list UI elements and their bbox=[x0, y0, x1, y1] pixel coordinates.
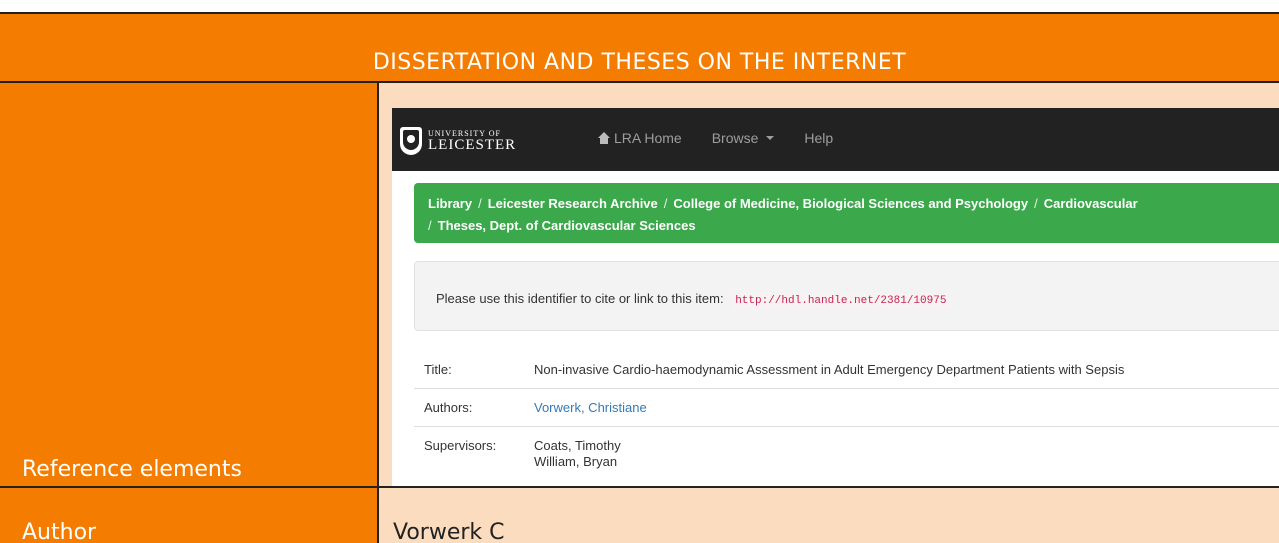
metadata-table: Title: Non-invasive Cardio-haemodynamic … bbox=[414, 351, 1279, 469]
title-value: Non-invasive Cardio-haemodynamic Assessm… bbox=[534, 362, 1125, 377]
breadcrumb-lra[interactable]: Leicester Research Archive bbox=[488, 196, 658, 211]
header-band: DISSERTATION AND THESES ON THE INTERNET bbox=[0, 12, 1279, 83]
slide: DISSERTATION AND THESES ON THE INTERNET … bbox=[0, 0, 1279, 543]
logo-text: UNIVERSITY OF LEICESTER bbox=[428, 128, 517, 153]
nav-help[interactable]: Help bbox=[804, 130, 833, 146]
embedded-screenshot: UNIVERSITY OF LEICESTER LRA Home Browse … bbox=[392, 108, 1279, 486]
crest-icon bbox=[400, 127, 422, 155]
supervisors-value: Coats, Timothy William, Bryan bbox=[534, 438, 621, 469]
title-label: Title: bbox=[424, 362, 452, 377]
nav-lra-home[interactable]: LRA Home bbox=[598, 130, 682, 146]
author-value: Vorwerk C bbox=[393, 520, 505, 543]
supervisors-label: Supervisors: bbox=[424, 438, 497, 453]
handle-url[interactable]: http://hdl.handle.net/2381/10975 bbox=[731, 293, 951, 309]
author-label-cell: Author bbox=[0, 488, 379, 543]
navbar: UNIVERSITY OF LEICESTER LRA Home Browse … bbox=[392, 108, 1279, 171]
breadcrumb-library[interactable]: Library bbox=[428, 196, 472, 211]
home-icon bbox=[598, 132, 610, 144]
reference-elements-label: Reference elements bbox=[22, 457, 242, 482]
cite-box: Please use this identifier to cite or li… bbox=[414, 261, 1279, 331]
table-row: Title: Non-invasive Cardio-haemodynamic … bbox=[414, 351, 1279, 388]
breadcrumb-theses[interactable]: Theses, Dept. of Cardiovascular Sciences bbox=[438, 218, 696, 233]
left-cell: Reference elements bbox=[0, 83, 379, 488]
author-link[interactable]: Vorwerk, Christiane bbox=[534, 400, 647, 416]
author-value-cell: Vorwerk C bbox=[379, 488, 1279, 543]
nav-items: LRA Home Browse Help bbox=[598, 130, 833, 146]
nav-browse[interactable]: Browse bbox=[712, 130, 775, 146]
breadcrumb-college[interactable]: College of Medicine, Biological Sciences… bbox=[673, 196, 1028, 211]
caret-down-icon bbox=[766, 136, 775, 140]
breadcrumb-cardiovascular[interactable]: Cardiovascular bbox=[1044, 196, 1138, 211]
page-title: DISSERTATION AND THESES ON THE INTERNET bbox=[372, 50, 907, 75]
breadcrumb: Library / Leicester Research Archive / Colle… bbox=[414, 183, 1279, 243]
author-label: Author bbox=[22, 520, 97, 543]
university-logo[interactable]: UNIVERSITY OF LEICESTER bbox=[400, 126, 516, 156]
authors-label: Authors: bbox=[424, 400, 473, 415]
table-row: Authors: Vorwerk, Christiane bbox=[414, 388, 1279, 426]
table-row: Supervisors: Coats, Timothy William, Bry… bbox=[414, 426, 1279, 469]
cite-text: Please use this identifier to cite or li… bbox=[436, 291, 724, 306]
